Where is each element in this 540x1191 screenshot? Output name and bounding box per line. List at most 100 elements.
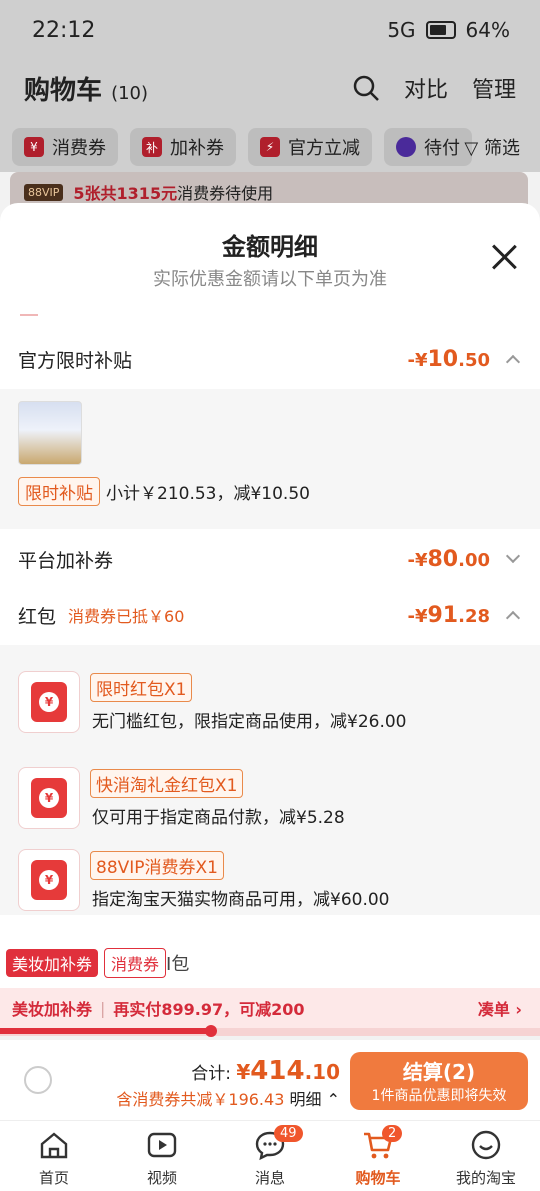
divider — [20, 314, 38, 316]
red-envelope-icon: ¥ — [18, 671, 80, 733]
network-indicator: 5G — [387, 18, 416, 42]
promo-bar: 美妆加补券 | 再实付899.97，可减200 凑单 › — [0, 988, 540, 1028]
promo-label: 美妆加补券 — [12, 1000, 93, 1019]
coupon-desc: 仅可用于指定商品付款，减¥5.28 — [92, 808, 345, 828]
header-actions: 对比 管理 — [352, 72, 516, 104]
official-subsidy-amount: -¥10.50 — [407, 347, 490, 372]
filter-chip-subsidy[interactable]: 补加补券 — [130, 128, 236, 166]
tab-cart[interactable]: 2 购物车 — [324, 1121, 432, 1191]
filter-chip-label: 待付 — [424, 138, 460, 159]
coupon-name: 快消淘礼金红包X1 — [90, 769, 244, 798]
promo-progress-knob — [204, 1025, 217, 1037]
detail-label: 明细 — [289, 1090, 322, 1109]
cart-badge: 2 — [382, 1125, 403, 1142]
checkout-button-sub: 1件商品优惠即将失效 — [371, 1088, 507, 1104]
redpacket-amount: -¥91.28 — [407, 603, 490, 628]
amount-prefix: -¥ — [407, 349, 428, 371]
tab-home[interactable]: 首页 — [0, 1121, 108, 1191]
sheet-title: 金额明细 — [222, 233, 318, 261]
filter-chip-label: 加补券 — [170, 138, 224, 159]
chevron-up-icon — [505, 610, 521, 626]
redpacket-sub: 消费券已抵￥60 — [68, 607, 185, 626]
page-title: 购物车 (10) — [24, 70, 148, 107]
filter-icon: ▽ — [464, 138, 479, 159]
official-subsidy-row[interactable]: 官方限时补贴 -¥10.50 — [0, 331, 540, 387]
status-time: 22:12 — [32, 18, 96, 43]
platform-coupon-amount: -¥80.00 — [407, 547, 490, 572]
saving-text: 含消费券共减￥196.43 — [116, 1090, 285, 1109]
amount-dec: .28 — [458, 605, 490, 627]
filter-chip-label: 消费券 — [52, 138, 106, 159]
coupon-name: 88VIP消费券X1 — [90, 851, 224, 880]
subsidy-text: 小计￥210.53，减¥10.50 — [106, 484, 310, 504]
search-icon[interactable] — [352, 74, 380, 102]
compare-button[interactable]: 对比 — [404, 72, 448, 104]
filter-chip-official[interactable]: ⚡ 官方立减 — [248, 128, 372, 166]
tab-my-taobao[interactable]: 我的淘宝 — [432, 1121, 540, 1191]
vip-highlight: 5张共1315元 — [73, 184, 178, 203]
total-prefix: ¥ — [236, 1060, 251, 1084]
checkout-button[interactable]: 结算(2) 1件商品优惠即将失效 — [350, 1052, 528, 1110]
tab-label: 首页 — [38, 1169, 69, 1187]
redpacket-row[interactable]: 红包 消费券已抵￥60 -¥91.28 — [0, 587, 540, 643]
message-badge: 49 — [274, 1125, 303, 1142]
coupon-list: ¥ 限时红包X1 无门槛红包，限指定商品使用，减¥26.00 ¥ 快消淘礼金红包… — [0, 645, 540, 915]
coupon-item: ¥ 限时红包X1 无门槛红包，限指定商品使用，减¥26.00 — [18, 671, 528, 735]
total-label: 合计: — [191, 1064, 231, 1084]
chevron-up-icon — [505, 354, 521, 370]
close-icon[interactable] — [490, 243, 518, 271]
coupon-icon: ¥ — [24, 137, 44, 157]
filter-bar: ¥ 消费券 补加补券 ⚡ 官方立减 待付 — [0, 122, 540, 172]
cart-header: 购物车 (10) 对比 管理 — [0, 62, 540, 122]
amount-dec: .50 — [458, 349, 490, 371]
select-all-checkbox[interactable] — [24, 1066, 52, 1094]
status-icons: 5G 64% — [387, 18, 510, 42]
checkout-button-label: 结算(2) — [402, 1060, 476, 1084]
peek-tag-coupon: 消费券 — [104, 948, 167, 978]
filter-chip-pending[interactable]: 待付 — [384, 128, 472, 166]
promo-progress — [0, 1025, 540, 1037]
tab-messages[interactable]: 49 消息 — [216, 1121, 324, 1191]
total-line: 合计: ¥414.10 — [191, 1056, 340, 1086]
tab-label: 消息 — [254, 1169, 285, 1187]
total-amount: ¥414.10 — [236, 1056, 340, 1086]
battery-level: 64% — [465, 18, 510, 42]
coupon-item: ¥ 88VIP消费券X1 指定淘宝天猫实物商品可用，减¥60.00 — [18, 849, 528, 913]
product-detail-block: 限时补贴 小计￥210.53，减¥10.50 — [0, 389, 540, 529]
status-bar: 22:12 5G 64% — [0, 0, 540, 62]
coupon-desc: 指定淘宝天猫实物商品可用，减¥60.00 — [92, 890, 390, 910]
redpacket-label: 红包 — [18, 605, 57, 628]
bottom-tab-bar: 首页 视频 49 消息 2 购物车 我的淘宝 — [0, 1120, 540, 1191]
chevron-up-icon: ⌃ — [326, 1090, 340, 1109]
cart-count: (10) — [111, 83, 149, 104]
platform-coupon-label: 平台加补券 — [18, 549, 114, 572]
tab-video[interactable]: 视频 — [108, 1121, 216, 1191]
total-int: 414 — [250, 1056, 305, 1086]
coupon-item: ¥ 快消淘礼金红包X1 仅可用于指定商品付款，减¥5.28 — [18, 767, 528, 831]
amount-dec: .00 — [458, 549, 490, 571]
vip-tag: 88VIP — [24, 183, 64, 201]
amount-int: 80 — [427, 546, 459, 572]
detail-toggle[interactable]: 明细 ⌃ — [289, 1090, 340, 1109]
red-envelope-icon: ¥ — [18, 767, 80, 829]
filter-chip-label: 官方立减 — [288, 138, 360, 159]
filter-chip-coupon[interactable]: ¥ 消费券 — [12, 128, 118, 166]
platform-coupon-row[interactable]: 平台加补券 -¥80.00 — [0, 531, 540, 587]
profile-icon — [471, 1130, 501, 1160]
home-icon — [40, 1132, 68, 1159]
manage-button[interactable]: 管理 — [472, 72, 516, 104]
product-thumbnail[interactable] — [18, 401, 82, 465]
sheet-subtitle: 实际优惠金额请以下单页为准 — [153, 269, 387, 290]
saving-line: 含消费券共减￥196.43 明细 ⌃ — [116, 1086, 340, 1110]
chevron-down-icon — [505, 548, 521, 564]
page-title-text: 购物车 — [24, 76, 103, 106]
total-dec: .10 — [304, 1060, 340, 1084]
amount-detail-sheet: 金额明细 实际优惠金额请以下单页为准 官方限时补贴 -¥10.50 限时补贴 小… — [0, 203, 540, 988]
peek-ghost-text: I包 — [166, 954, 190, 975]
promo-separator: | — [100, 998, 106, 1018]
subsidy-tag: 限时补贴 — [18, 477, 100, 506]
tab-label: 视频 — [146, 1169, 177, 1187]
amount-int: 91 — [427, 602, 459, 628]
add-items-link[interactable]: 凑单 › — [478, 996, 522, 1020]
filter-button[interactable]: ▽ 筛选 — [464, 134, 520, 160]
